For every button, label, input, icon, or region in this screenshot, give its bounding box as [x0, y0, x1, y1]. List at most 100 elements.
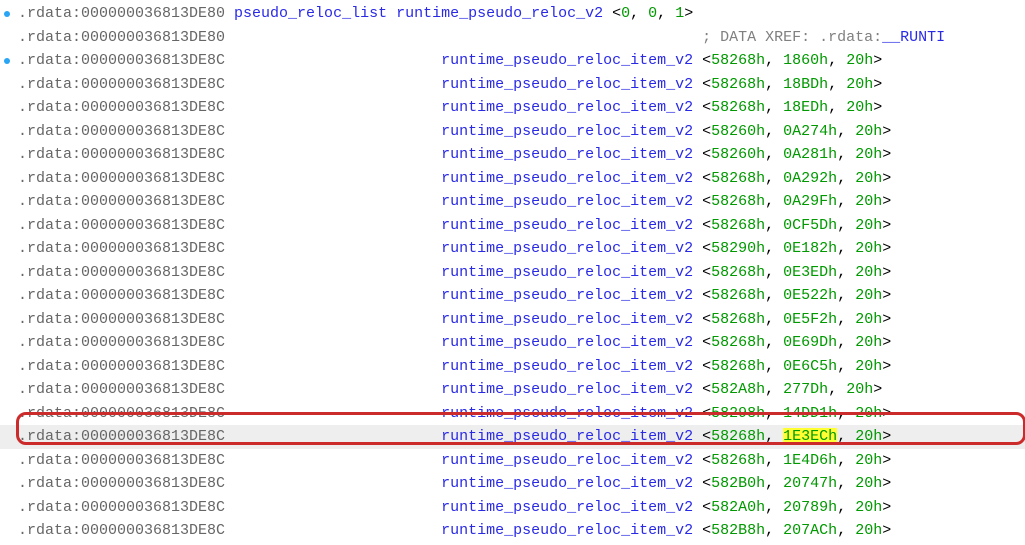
segment-address: .rdata:000000036813DE8C [18, 146, 441, 163]
value: 0E182h [783, 240, 837, 257]
value: 20h [855, 217, 882, 234]
segment-address: .rdata:000000036813DE8C [18, 52, 441, 69]
value: 582B8h [711, 522, 765, 539]
type-name: runtime_pseudo_reloc_item_v2 [441, 358, 702, 375]
value: 58268h [711, 334, 765, 351]
reloc-item-row[interactable]: .rdata:000000036813DE8C runtime_pseudo_r… [0, 284, 1025, 308]
reloc-item-row[interactable]: .rdata:000000036813DE8C runtime_pseudo_r… [0, 331, 1025, 355]
xref-row[interactable]: .rdata:000000036813DE80 ; DATA XREF: .rd… [0, 26, 1025, 50]
type-name: runtime_pseudo_reloc_item_v2 [441, 522, 702, 539]
value: 20h [855, 358, 882, 375]
reloc-item-row[interactable]: .rdata:000000036813DE8C runtime_pseudo_r… [0, 261, 1025, 285]
reloc-item-row[interactable]: .rdata:000000036813DE8C runtime_pseudo_r… [0, 402, 1025, 426]
type-name: runtime_pseudo_reloc_item_v2 [441, 499, 702, 516]
value: 20h [855, 264, 882, 281]
reloc-item-row[interactable]: .rdata:000000036813DE8C runtime_pseudo_r… [0, 190, 1025, 214]
xref-seg: .rdata: [819, 29, 882, 46]
reloc-item-row[interactable]: .rdata:000000036813DE8C runtime_pseudo_r… [0, 73, 1025, 97]
value: 58268h [711, 358, 765, 375]
reloc-item-row[interactable]: .rdata:000000036813DE8C runtime_pseudo_r… [0, 355, 1025, 379]
segment-address: .rdata:000000036813DE8C [18, 76, 441, 93]
type-name: runtime_pseudo_reloc_item_v2 [441, 217, 702, 234]
reloc-item-row[interactable]: .rdata:000000036813DE8C runtime_pseudo_r… [0, 167, 1025, 191]
value: 14DD1h [783, 405, 837, 422]
value: 20h [855, 170, 882, 187]
type-name: runtime_pseudo_reloc_item_v2 [441, 381, 702, 398]
value: 20h [855, 311, 882, 328]
disasm-listing[interactable]: .rdata:000000036813DE80 pseudo_reloc_lis… [0, 0, 1025, 545]
value: 58268h [711, 264, 765, 281]
angle-close: > [684, 5, 693, 22]
value: 58268h [711, 52, 765, 69]
value: 58268h [711, 287, 765, 304]
reloc-item-row[interactable]: .rdata:000000036813DE8C runtime_pseudo_r… [0, 214, 1025, 238]
reloc-item-row[interactable]: .rdata:000000036813DE8C runtime_pseudo_r… [0, 120, 1025, 144]
segment-address: .rdata:000000036813DE8C [18, 405, 441, 422]
value: 20h [855, 334, 882, 351]
value: 20h [855, 193, 882, 210]
type-name: runtime_pseudo_reloc_item_v2 [441, 405, 702, 422]
segment-address: .rdata:000000036813DE8C [18, 170, 441, 187]
type-name: runtime_pseudo_reloc_item_v2 [441, 452, 702, 469]
reloc-item-row[interactable]: .rdata:000000036813DE8C runtime_pseudo_r… [0, 449, 1025, 473]
type-name: runtime_pseudo_reloc_item_v2 [441, 76, 702, 93]
value: 1 [675, 5, 684, 22]
type-name: runtime_pseudo_reloc_item_v2 [441, 287, 702, 304]
value: 20h [846, 99, 873, 116]
value: 1E3ECh [783, 428, 837, 445]
value: 1860h [783, 52, 828, 69]
value: 20747h [783, 475, 837, 492]
type-name: runtime_pseudo_reloc_item_v2 [441, 311, 702, 328]
segment-address: .rdata:000000036813DE8C [18, 240, 441, 257]
value: 20h [855, 146, 882, 163]
reloc-item-row[interactable]: .rdata:000000036813DE8C runtime_pseudo_r… [0, 519, 1025, 543]
value: 20h [855, 405, 882, 422]
type-name: runtime_pseudo_reloc_item_v2 [441, 146, 702, 163]
type-name: runtime_pseudo_reloc_item_v2 [441, 240, 702, 257]
segment-address: .rdata:000000036813DE8C [18, 499, 441, 516]
segment-address: .rdata:000000036813DE8C [18, 123, 441, 140]
value: 58298h [711, 405, 765, 422]
reloc-item-row[interactable]: .rdata:000000036813DE8C runtime_pseudo_r… [0, 472, 1025, 496]
type-name: runtime_pseudo_reloc_item_v2 [441, 475, 702, 492]
value: 1E4D6h [783, 452, 837, 469]
value: 0 [648, 5, 657, 22]
value: 58268h [711, 217, 765, 234]
segment-address: .rdata:000000036813DE8C [18, 381, 441, 398]
value: 20h [855, 123, 882, 140]
segment-address: .rdata:000000036813DE8C [18, 334, 441, 351]
reloc-item-row[interactable]: .rdata:000000036813DE8C runtime_pseudo_r… [0, 425, 1025, 449]
value: 0E3EDh [783, 264, 837, 281]
reloc-item-row[interactable]: .rdata:000000036813DE8C runtime_pseudo_r… [0, 49, 1025, 73]
header-row[interactable]: .rdata:000000036813DE80 pseudo_reloc_lis… [0, 2, 1025, 26]
type-name: runtime_pseudo_reloc_item_v2 [441, 334, 702, 351]
value: 20789h [783, 499, 837, 516]
value: 18EDh [783, 99, 828, 116]
segment-address: .rdata:000000036813DE8C [18, 358, 441, 375]
value: 0CF5Dh [783, 217, 837, 234]
reloc-item-row[interactable]: .rdata:000000036813DE8C runtime_pseudo_r… [0, 237, 1025, 261]
value: 582A8h [711, 381, 765, 398]
value: 207ACh [783, 522, 837, 539]
segment-address: .rdata:000000036813DE8C [18, 311, 441, 328]
reloc-item-row[interactable]: .rdata:000000036813DE8C runtime_pseudo_r… [0, 96, 1025, 120]
reloc-item-row[interactable]: .rdata:000000036813DE8C runtime_pseudo_r… [0, 496, 1025, 520]
value: 0E522h [783, 287, 837, 304]
breakpoint-dot-icon [4, 58, 10, 64]
value: 20h [855, 428, 882, 445]
xref-symbol[interactable]: __RUNTI [882, 29, 945, 46]
reloc-item-row[interactable]: .rdata:000000036813DE8C runtime_pseudo_r… [0, 143, 1025, 167]
segment-address: .rdata:000000036813DE8C [18, 264, 441, 281]
segment-address: .rdata:000000036813DE8C [18, 193, 441, 210]
value: 0A29Fh [783, 193, 837, 210]
value: 58260h [711, 146, 765, 163]
type-name: runtime_pseudo_reloc_item_v2 [441, 123, 702, 140]
segment-address: .rdata:000000036813DE8C [18, 475, 441, 492]
segment-address: .rdata:000000036813DE8C [18, 287, 441, 304]
reloc-item-row[interactable]: .rdata:000000036813DE8C runtime_pseudo_r… [0, 378, 1025, 402]
type-name: pseudo_reloc_list runtime_pseudo_reloc_v… [234, 5, 612, 22]
type-name: runtime_pseudo_reloc_item_v2 [441, 99, 702, 116]
reloc-item-row[interactable]: .rdata:000000036813DE8C runtime_pseudo_r… [0, 308, 1025, 332]
value: 277Dh [783, 381, 828, 398]
value: 18BDh [783, 76, 828, 93]
